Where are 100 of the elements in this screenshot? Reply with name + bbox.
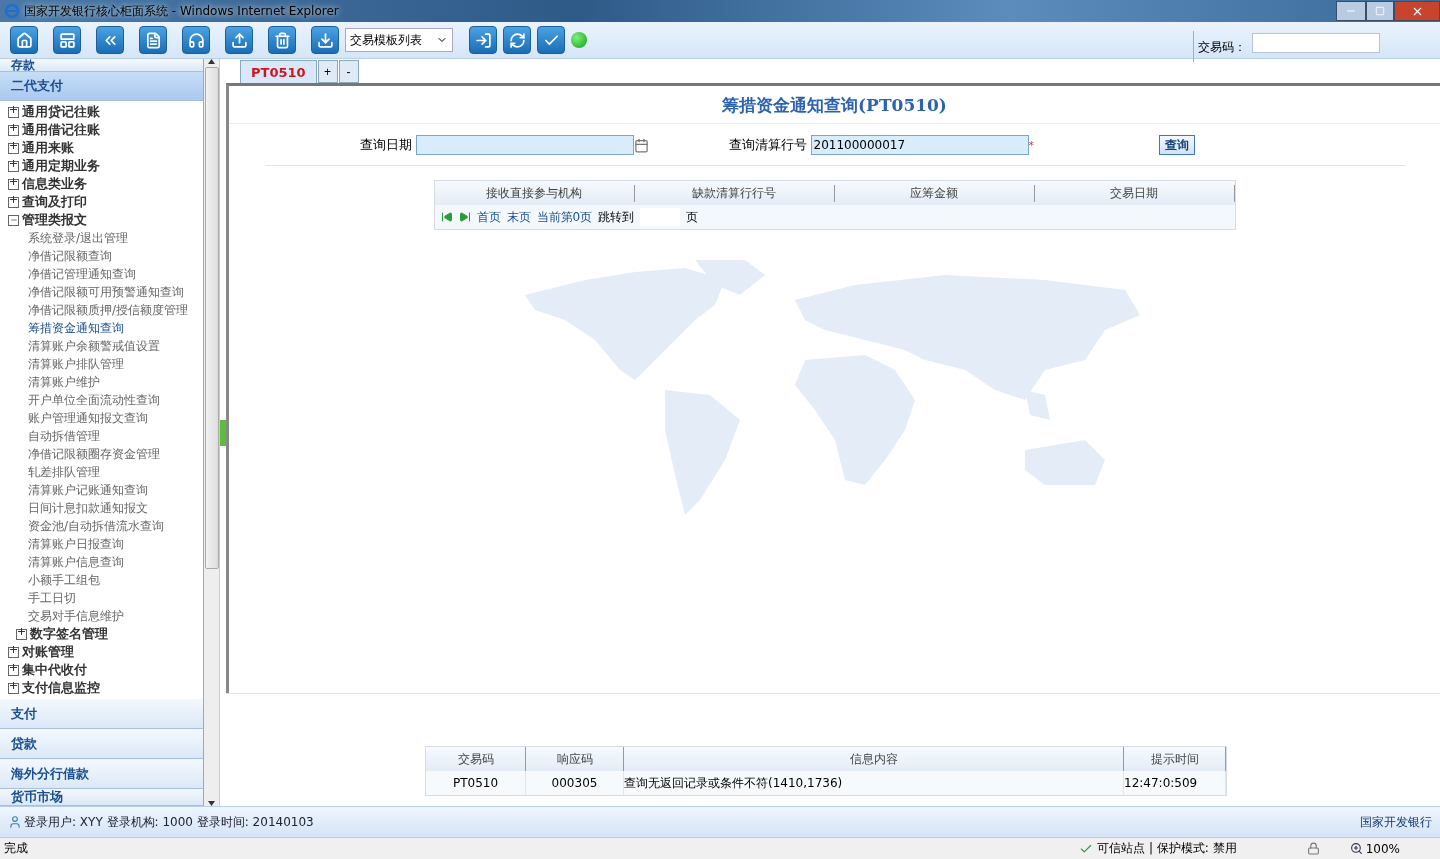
tree-group[interactable]: 管理类报文	[0, 211, 203, 229]
table-cell: 000305	[526, 771, 624, 795]
sidebar-section[interactable]: 货币市场	[0, 789, 203, 806]
document-button[interactable]	[139, 26, 167, 54]
expand-icon[interactable]	[8, 682, 19, 694]
date-input[interactable]	[415, 135, 634, 155]
tree-item[interactable]: 净借记限额圈存资金管理	[0, 445, 203, 463]
layout-button[interactable]	[53, 26, 81, 54]
tree-group[interactable]: 通用定期业务	[0, 157, 203, 175]
confirm-button[interactable]	[537, 26, 565, 54]
tree-group[interactable]: 支付信息监控	[0, 679, 203, 697]
tree-item[interactable]: 自动拆借管理	[0, 427, 203, 445]
expand-icon[interactable]	[8, 142, 19, 154]
jump-label: 跳转到	[598, 208, 635, 226]
tree-item[interactable]: 日间计息扣款通知报文	[0, 499, 203, 517]
remove-tab-button[interactable]: -	[338, 60, 359, 83]
column-header: 交易日期	[1034, 185, 1235, 202]
upload-button[interactable]	[225, 26, 253, 54]
bank-name: 国家开发银行	[1360, 813, 1432, 831]
tree-item[interactable]: 净借记限额质押/授信额度管理	[0, 301, 203, 319]
status-text: 完成	[4, 840, 28, 857]
tree-item[interactable]: 交易对手信息维护	[0, 607, 203, 625]
tree-item[interactable]: 净借记管理通知查询	[0, 265, 203, 283]
tree-item[interactable]: 清算账户记账通知查询	[0, 481, 203, 499]
expand-icon[interactable]	[8, 664, 19, 676]
browser-logo-icon	[4, 3, 20, 19]
required-mark: *	[1028, 138, 1034, 152]
tree-item[interactable]: 清算账户信息查询	[0, 553, 203, 571]
download-icon	[316, 31, 334, 49]
expand-icon[interactable]	[8, 196, 19, 208]
tree-group[interactable]: 数字签名管理	[0, 625, 203, 643]
headset-button[interactable]	[182, 26, 210, 54]
tree-item[interactable]: 净借记限额查询	[0, 247, 203, 265]
zoom-icon	[1349, 842, 1363, 855]
zoom-level[interactable]: 100%	[1365, 841, 1400, 856]
page-unit: 页	[686, 208, 699, 226]
template-button[interactable]	[311, 26, 339, 54]
code-label: 交易码：	[1193, 30, 1246, 62]
tree-item[interactable]: 筹措资金通知查询	[0, 319, 203, 337]
tree-item[interactable]: 清算账户日报查询	[0, 535, 203, 553]
bank-input[interactable]: 201100000017	[810, 135, 1029, 155]
table-cell: PT0510	[426, 771, 526, 795]
tree-group[interactable]: 对账管理	[0, 643, 203, 661]
expand-icon[interactable]	[8, 646, 19, 658]
expand-icon[interactable]	[16, 628, 27, 640]
field-label: 查询清算行号	[728, 136, 807, 154]
collapse-handle[interactable]	[220, 419, 226, 446]
scrollbar[interactable]	[204, 59, 220, 806]
collapse-icon[interactable]	[8, 214, 19, 226]
lock-icon[interactable]	[1306, 842, 1320, 855]
tree-item[interactable]: 手工日切	[0, 589, 203, 607]
tree-group[interactable]: 信息类业务	[0, 175, 203, 193]
restore-button[interactable]	[1366, 1, 1394, 21]
expand-icon[interactable]	[8, 124, 19, 136]
sidebar-section[interactable]: 贷款	[0, 729, 203, 759]
tree-item[interactable]: 轧差排队管理	[0, 463, 203, 481]
tree-item[interactable]: 小额手工组包	[0, 571, 203, 589]
enter-button[interactable]	[469, 26, 497, 54]
tree-group[interactable]: 集中代收付	[0, 661, 203, 679]
tab[interactable]: PT0510	[240, 60, 317, 83]
refresh-button[interactable]	[503, 26, 531, 54]
calendar-icon[interactable]	[633, 137, 649, 153]
trash-icon	[273, 31, 291, 49]
expand-icon[interactable]	[8, 160, 19, 172]
template-select[interactable]: 交易模板列表	[345, 28, 453, 52]
tree-item[interactable]: 清算账户维护	[0, 373, 203, 391]
page-indicator: 当前第0页	[536, 208, 593, 226]
tree-item[interactable]: 系统登录/退出管理	[0, 229, 203, 247]
query-button[interactable]: 查询	[1159, 135, 1195, 155]
sidebar-section[interactable]: 支付	[0, 699, 203, 729]
back-button[interactable]	[96, 26, 124, 54]
last-page-icon[interactable]	[458, 211, 471, 223]
tree-item[interactable]: 净借记限额可用预警通知查询	[0, 283, 203, 301]
delete-button[interactable]	[268, 26, 296, 54]
login-info: 登录用户: XYY 登录机构: 1000 登录时间: 20140103	[24, 813, 314, 831]
sidebar-section[interactable]: 海外分行借款	[0, 759, 203, 789]
sidebar-section[interactable]: 二代支付	[0, 72, 203, 101]
tree-item[interactable]: 账户管理通知报文查询	[0, 409, 203, 427]
first-page-icon[interactable]	[440, 211, 453, 223]
home-button[interactable]	[10, 26, 38, 54]
add-tab-button[interactable]: +	[317, 60, 338, 83]
tree-item[interactable]: 清算账户余额警戒值设置	[0, 337, 203, 355]
expand-icon[interactable]	[8, 178, 19, 190]
tree-item[interactable]: 清算账户排队管理	[0, 355, 203, 373]
tree-item[interactable]: 资金池/自动拆借流水查询	[0, 517, 203, 535]
tree-item[interactable]: 开户单位全面流动性查询	[0, 391, 203, 409]
document-icon	[144, 31, 162, 49]
sidebar-section[interactable]: 存款	[0, 59, 203, 72]
code-input[interactable]	[1252, 33, 1380, 53]
minimize-button[interactable]	[1336, 1, 1366, 21]
close-button[interactable]	[1394, 1, 1440, 21]
tree-group[interactable]: 查询及打印	[0, 193, 203, 211]
expand-icon[interactable]	[8, 106, 19, 118]
last-page-link[interactable]: 末页	[506, 208, 531, 226]
column-header: 应筹金额	[834, 185, 1035, 202]
first-page-link[interactable]: 首页	[476, 208, 501, 226]
tree-group[interactable]: 通用借记往账	[0, 121, 203, 139]
tree-group[interactable]: 通用来账	[0, 139, 203, 157]
tree-group[interactable]: 通用贷记往账	[0, 103, 203, 121]
layout-icon	[58, 31, 76, 49]
